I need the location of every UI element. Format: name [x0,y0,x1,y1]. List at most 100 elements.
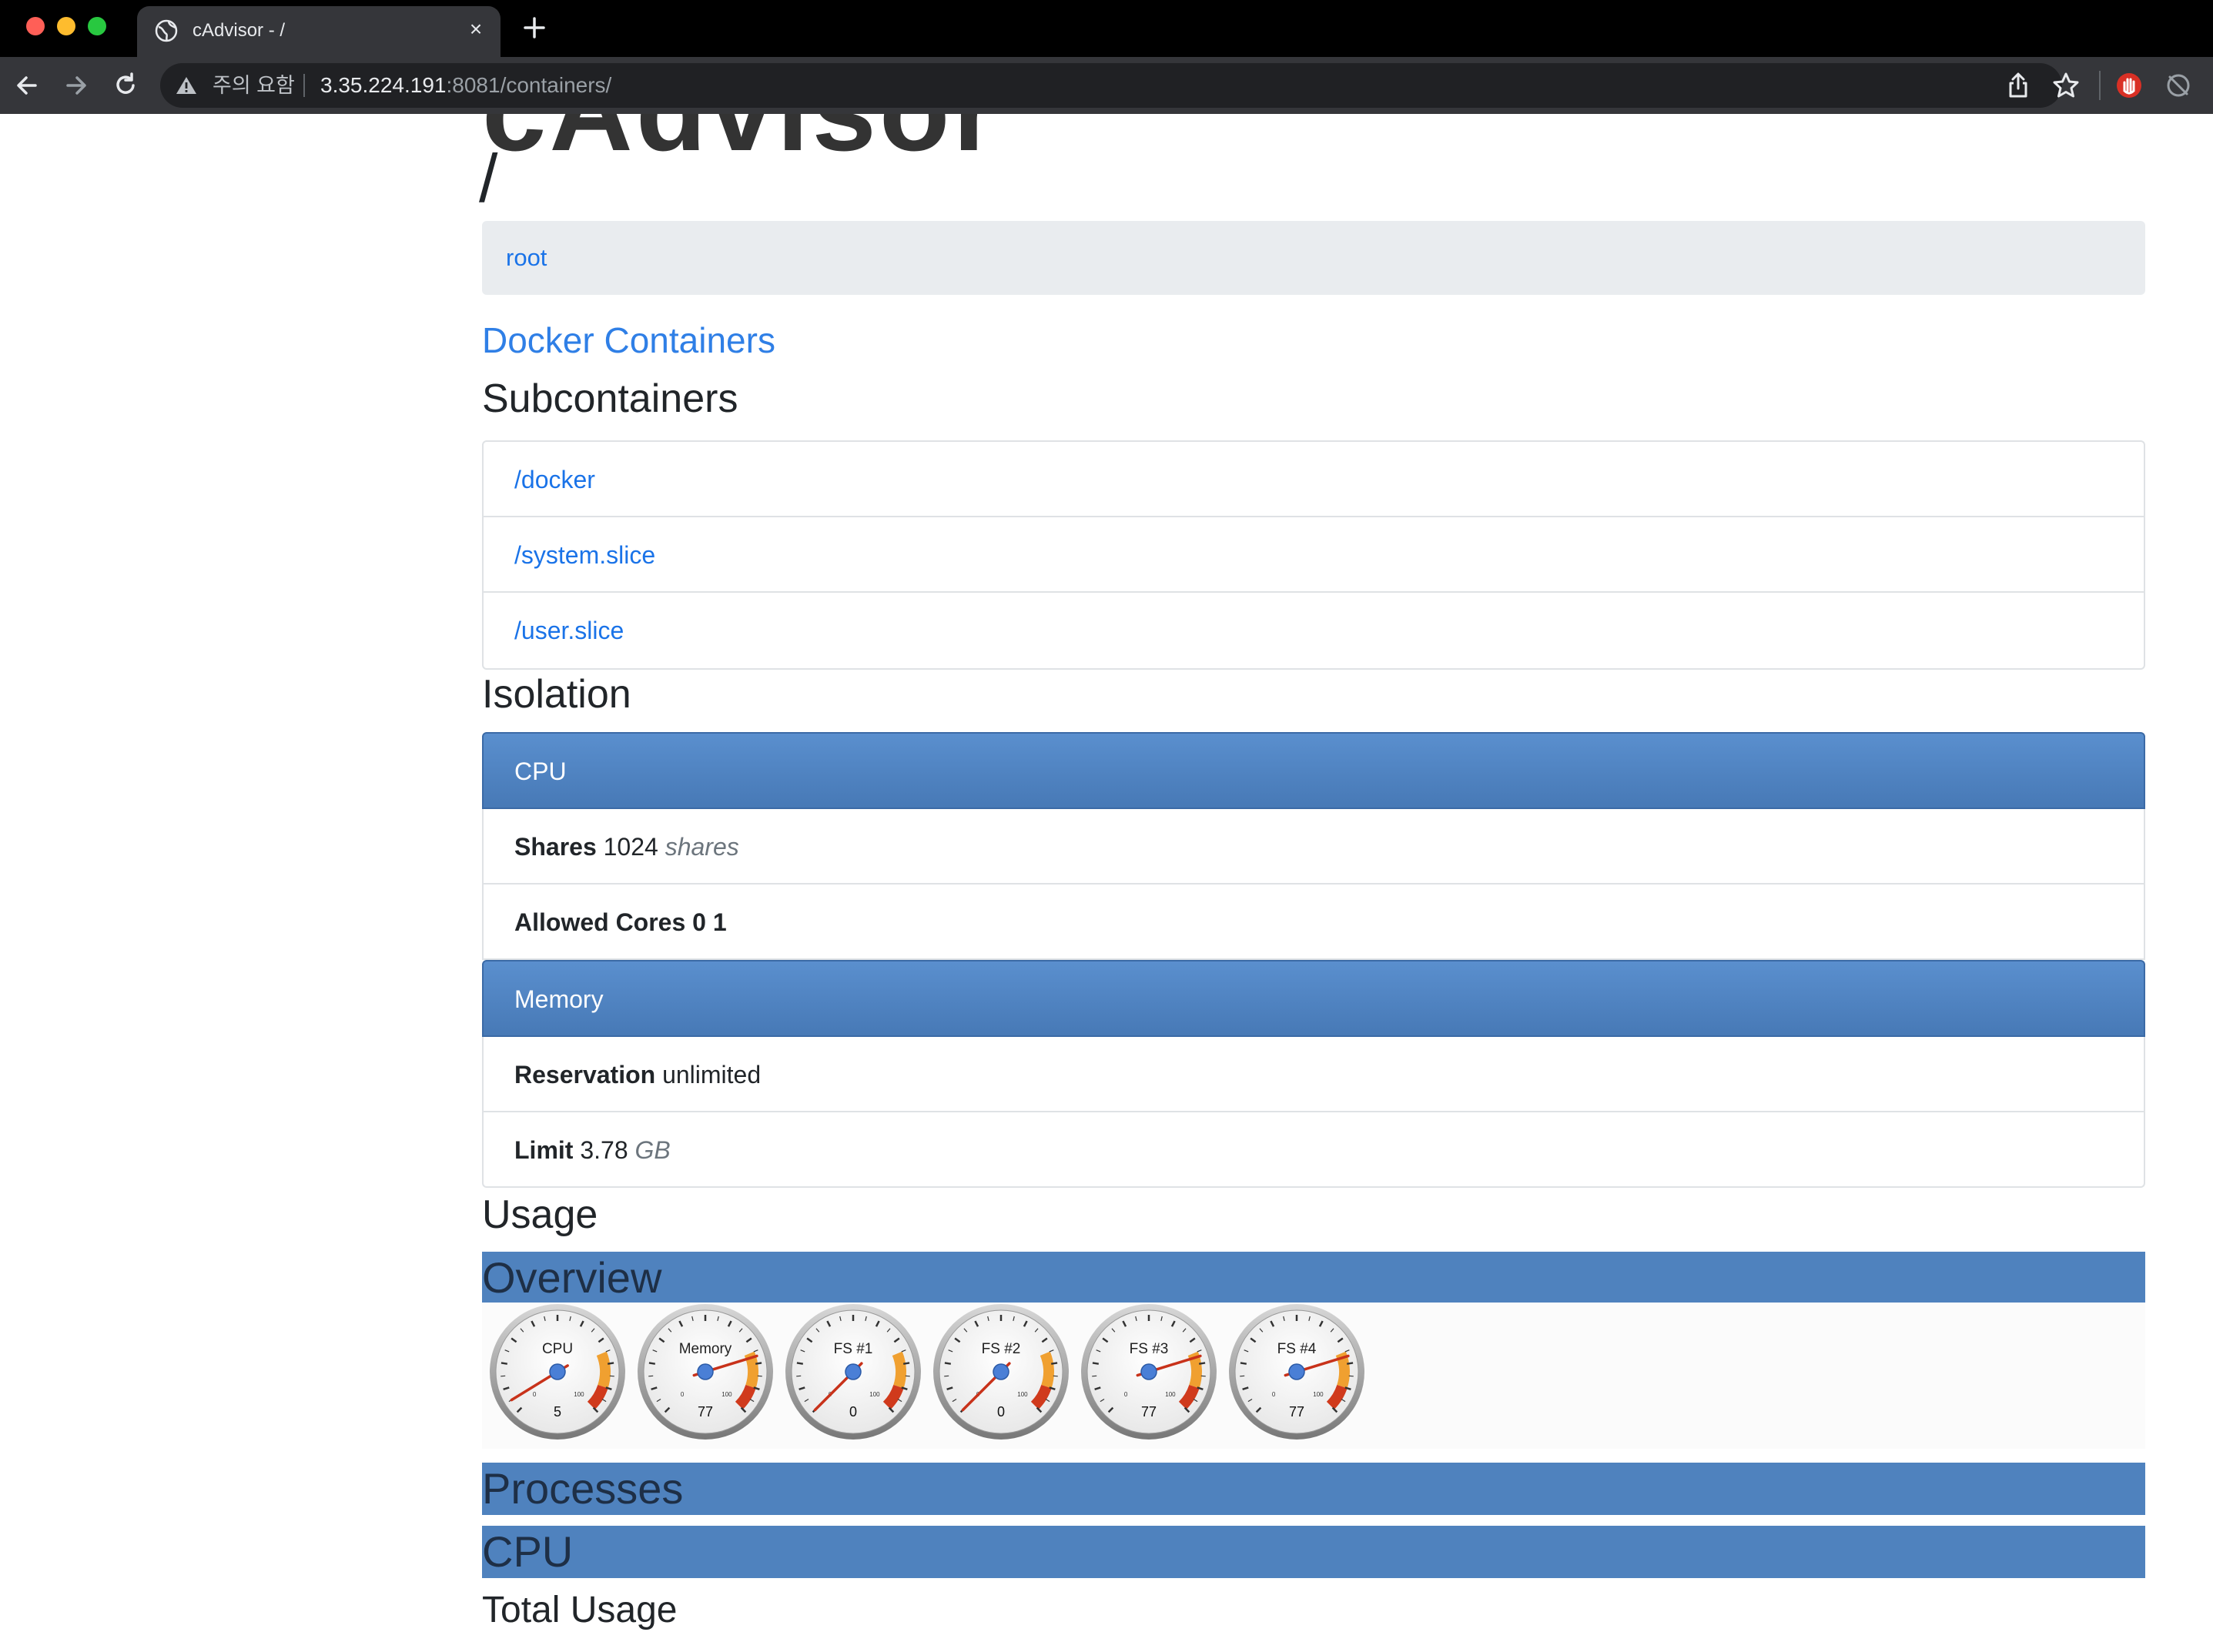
gauge-max-label: 100 [1017,1391,1028,1398]
docker-containers-link[interactable]: Docker Containers [482,319,775,362]
gauge-value: 77 [1289,1404,1304,1420]
gauge-fs-4: 0 100 FS #4 77 [1227,1303,1366,1441]
gauge-value: 77 [698,1404,713,1420]
browser-tab[interactable]: cAdvisor - / × [137,6,501,57]
memory-panel-title: Memory [514,985,604,1013]
subcontainers-list: /docker /system.slice /user.slice [482,440,2145,670]
gauge-fs-1: 0100FS #10 [784,1303,922,1441]
url-host: 3.35.224.191 [320,73,447,97]
subcontainer-link-user-slice[interactable]: /user.slice [514,616,624,645]
gauge-needle-hub [993,1363,1009,1380]
gauge-max-label: 100 [869,1391,880,1398]
gauge-warning-zone [596,1351,611,1389]
gauge-title: Memory [679,1341,732,1357]
gauge-title: FS #4 [1277,1341,1317,1357]
sync-paused-icon[interactable] [2164,71,2193,100]
list-item[interactable]: /system.slice [484,517,2144,593]
gauge-max-label: 100 [574,1391,584,1398]
overview-heading: Overview [482,1253,662,1302]
browser-tab-bar: cAdvisor - / × [0,0,2213,57]
toolbar-divider [2099,71,2101,100]
gauge-svg: 0 100 Memory 77 [638,1304,773,1440]
shares-unit: shares [665,833,739,861]
reservation-value: unlimited [662,1061,762,1089]
overview-gauges: 0 100 CPU 5 0 100 Memory 77 0 100 FS #1 0 0 100 FS #2 0… [482,1303,2145,1449]
url-text[interactable]: 3.35.224.191:8081/containers/ [320,72,611,99]
shares-value: 1024 [603,833,658,861]
gauge-cpu: 0 100 CPU 5 [488,1303,627,1441]
security-status-label[interactable]: 주의 요함 [213,72,295,99]
memory-limit-row: Limit 3.78 GB [482,1112,2145,1188]
new-tab-icon[interactable] [521,14,548,42]
omnibox-divider [303,74,305,97]
total-usage-heading: Total Usage [482,1590,678,1630]
breadcrumb: root [482,221,2145,295]
gauge-fs-3: 0 100 FS #3 77 [1080,1303,1218,1441]
forward-arrow-icon[interactable] [62,71,91,100]
cpu-usage-heading: CPU [482,1527,574,1576]
gauge-max-label: 100 [1165,1391,1176,1398]
gauge-value: 5 [554,1404,561,1420]
share-icon[interactable] [2004,71,2033,100]
extension-shield-icon[interactable] [2114,71,2144,100]
warning-icon[interactable] [176,75,197,95]
gauge-max-label: 100 [721,1391,732,1398]
gauge-memory: 0 100 Memory 77 [636,1303,775,1441]
cpu-cores-row: Allowed Cores 0 1 [482,885,2145,960]
gauge-warning-zone [1040,1351,1054,1389]
back-arrow-icon[interactable] [12,71,42,100]
shares-label: Shares [514,833,597,861]
limit-value: 3.78 [580,1136,628,1164]
gauge-needle-hub [697,1363,714,1380]
gauge-title: FS #2 [982,1341,1021,1357]
gauge-fs-2: 0100FS #20 [932,1303,1070,1441]
cpu-panel-header: CPU [482,732,2145,809]
address-bar[interactable]: 주의 요함 3.35.224.191:8081/containers/ [160,63,2062,108]
reload-icon[interactable] [111,71,140,100]
gauge-min-label: 0 [1124,1391,1128,1398]
allowed-cores-value: 0 1 [692,908,727,936]
url-path: :8081/containers/ [446,73,612,97]
list-item[interactable]: /user.slice [484,593,2144,668]
container-title: / [479,140,498,216]
memory-reservation-row: Reservation unlimited [482,1037,2145,1112]
tab-title: cAdvisor - / [193,20,286,41]
globe-icon [155,19,178,42]
gauge-svg: 0100FS #10 [785,1304,921,1440]
gauge-svg: 0 100 FS #4 77 [1229,1304,1364,1440]
gauge-max-label: 100 [1313,1391,1324,1398]
processes-heading: Processes [482,1464,684,1513]
cpu-shares-row: Shares 1024 shares [482,809,2145,885]
cpu-usage-band: CPU [482,1526,2145,1578]
subcontainer-link-system-slice[interactable]: /system.slice [514,540,655,570]
breadcrumb-root-link[interactable]: root [506,244,547,272]
page-content: cAdvisor / root Docker Containers Subcon… [0,114,2213,1652]
gauge-value: 77 [1141,1404,1157,1420]
usage-heading: Usage [482,1192,598,1237]
gauge-needle-hub [1288,1363,1305,1380]
list-item[interactable]: /docker [484,442,2144,517]
minimize-window-button[interactable] [57,17,75,35]
processes-band: Processes [482,1463,2145,1515]
limit-label: Limit [514,1136,574,1164]
bookmark-star-icon[interactable] [2051,71,2081,100]
close-window-button[interactable] [26,17,45,35]
page-header-title: cAdvisor [482,114,1001,168]
subcontainers-heading: Subcontainers [482,376,738,421]
gauge-warning-zone [892,1351,906,1389]
overview-band: Overview [482,1252,2145,1304]
memory-panel-header: Memory [482,960,2145,1037]
gauge-svg: 0 100 FS #3 77 [1081,1304,1217,1440]
reservation-label: Reservation [514,1061,656,1089]
maximize-window-button[interactable] [88,17,106,35]
isolation-heading: Isolation [482,672,631,717]
gauge-title: FS #1 [834,1341,873,1357]
tab-close-icon[interactable]: × [464,17,488,42]
gauge-title: CPU [542,1341,573,1357]
gauge-svg: 0100FS #20 [933,1304,1069,1440]
gauge-value: 0 [997,1404,1005,1420]
gauge-min-label: 0 [533,1391,537,1398]
gauge-svg: 0 100 CPU 5 [490,1304,625,1440]
gauge-needle-hub [1140,1363,1157,1380]
subcontainer-link-docker[interactable]: /docker [514,465,595,494]
